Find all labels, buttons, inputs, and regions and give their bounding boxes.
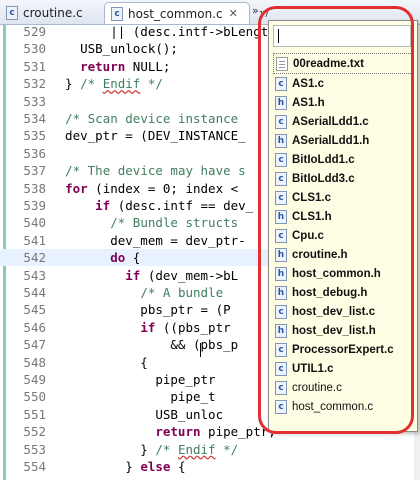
code-text: if (desc.intf == dev_ bbox=[95, 198, 254, 213]
line-number: 539 bbox=[23, 198, 46, 213]
code-text: dev_ptr = (DEV_INSTANCE_ bbox=[50, 128, 246, 144]
line-number: 546 bbox=[23, 319, 46, 335]
chevron-double-right-icon: » bbox=[252, 4, 259, 17]
code-text: if (dev_mem->bL bbox=[125, 267, 239, 283]
code-text: { bbox=[50, 354, 148, 370]
code-text: return NULL; bbox=[80, 58, 171, 74]
code-text: pipe_ptr bbox=[50, 372, 216, 387]
code-text: do { bbox=[110, 250, 141, 266]
line-number: 533 bbox=[23, 93, 46, 109]
text-cursor bbox=[200, 343, 201, 357]
line-number: 547 bbox=[23, 337, 46, 353]
close-icon[interactable]: ✕ bbox=[229, 7, 238, 20]
code-text: dev_mem = dev_ptr- bbox=[50, 232, 246, 248]
tab-label: host_common.c bbox=[128, 6, 223, 21]
line-number: 544 bbox=[23, 285, 46, 300]
code-text: } /* Endif */ bbox=[50, 441, 239, 457]
line-number: 541 bbox=[23, 232, 46, 248]
line-number: 530 bbox=[23, 41, 46, 57]
line-number: 538 bbox=[23, 180, 46, 196]
code-text: /* Scan device instance bbox=[65, 111, 239, 126]
code-text: && (pbs_p bbox=[50, 337, 239, 353]
line-number: 552 bbox=[23, 424, 46, 440]
line-number: 535 bbox=[23, 128, 46, 144]
code-text: } /* Endif */ bbox=[50, 76, 163, 92]
tab-host-common-c[interactable]: c host_common.c ✕ bbox=[104, 2, 250, 24]
line-number: 531 bbox=[23, 58, 46, 74]
line-number: 553 bbox=[23, 441, 46, 457]
line-number: 540 bbox=[23, 215, 46, 231]
tab-croutine-c[interactable]: c croutine.c bbox=[0, 2, 104, 24]
line-number: 529 bbox=[23, 25, 46, 39]
code-text: USB_unloc bbox=[50, 406, 224, 422]
line-number: 551 bbox=[23, 406, 46, 422]
code-text: /* A bundle bbox=[140, 285, 224, 300]
code-text: pbs_ptr = (P bbox=[50, 302, 231, 318]
code-text: for (index = 0; index < bbox=[65, 180, 239, 196]
code-text: } else { bbox=[50, 459, 186, 474]
code-line[interactable]: 553 } /* Endif */ bbox=[0, 441, 420, 458]
line-number: 537 bbox=[23, 163, 46, 179]
c-file-icon: c bbox=[111, 6, 123, 21]
tab-label: croutine.c bbox=[23, 6, 83, 20]
line-number: 550 bbox=[23, 389, 46, 405]
line-number: 532 bbox=[23, 76, 46, 92]
code-text: if ((pbs_ptr bbox=[140, 319, 231, 335]
line-number: 548 bbox=[23, 354, 46, 370]
code-text: || (desc.intf->bLength bbox=[50, 25, 276, 39]
annotation-highlight-ring bbox=[258, 6, 414, 434]
line-number: 554 bbox=[23, 459, 46, 474]
line-number: 536 bbox=[23, 145, 46, 161]
c-file-icon: c bbox=[6, 6, 18, 20]
code-text: pipe_t bbox=[50, 389, 216, 405]
code-text: USB_unlock(); bbox=[50, 41, 178, 57]
line-number: 545 bbox=[23, 302, 46, 318]
line-number: 549 bbox=[23, 372, 46, 387]
code-text: /* Bundle structs bbox=[110, 215, 239, 231]
line-number: 543 bbox=[23, 267, 46, 283]
code-line[interactable]: 554 } else { bbox=[0, 458, 420, 475]
line-number: 542 bbox=[23, 250, 46, 266]
code-text: /* The device may have s bbox=[65, 163, 246, 179]
code-text: return pipe_ptr; bbox=[155, 424, 276, 440]
line-number: 534 bbox=[23, 111, 46, 126]
